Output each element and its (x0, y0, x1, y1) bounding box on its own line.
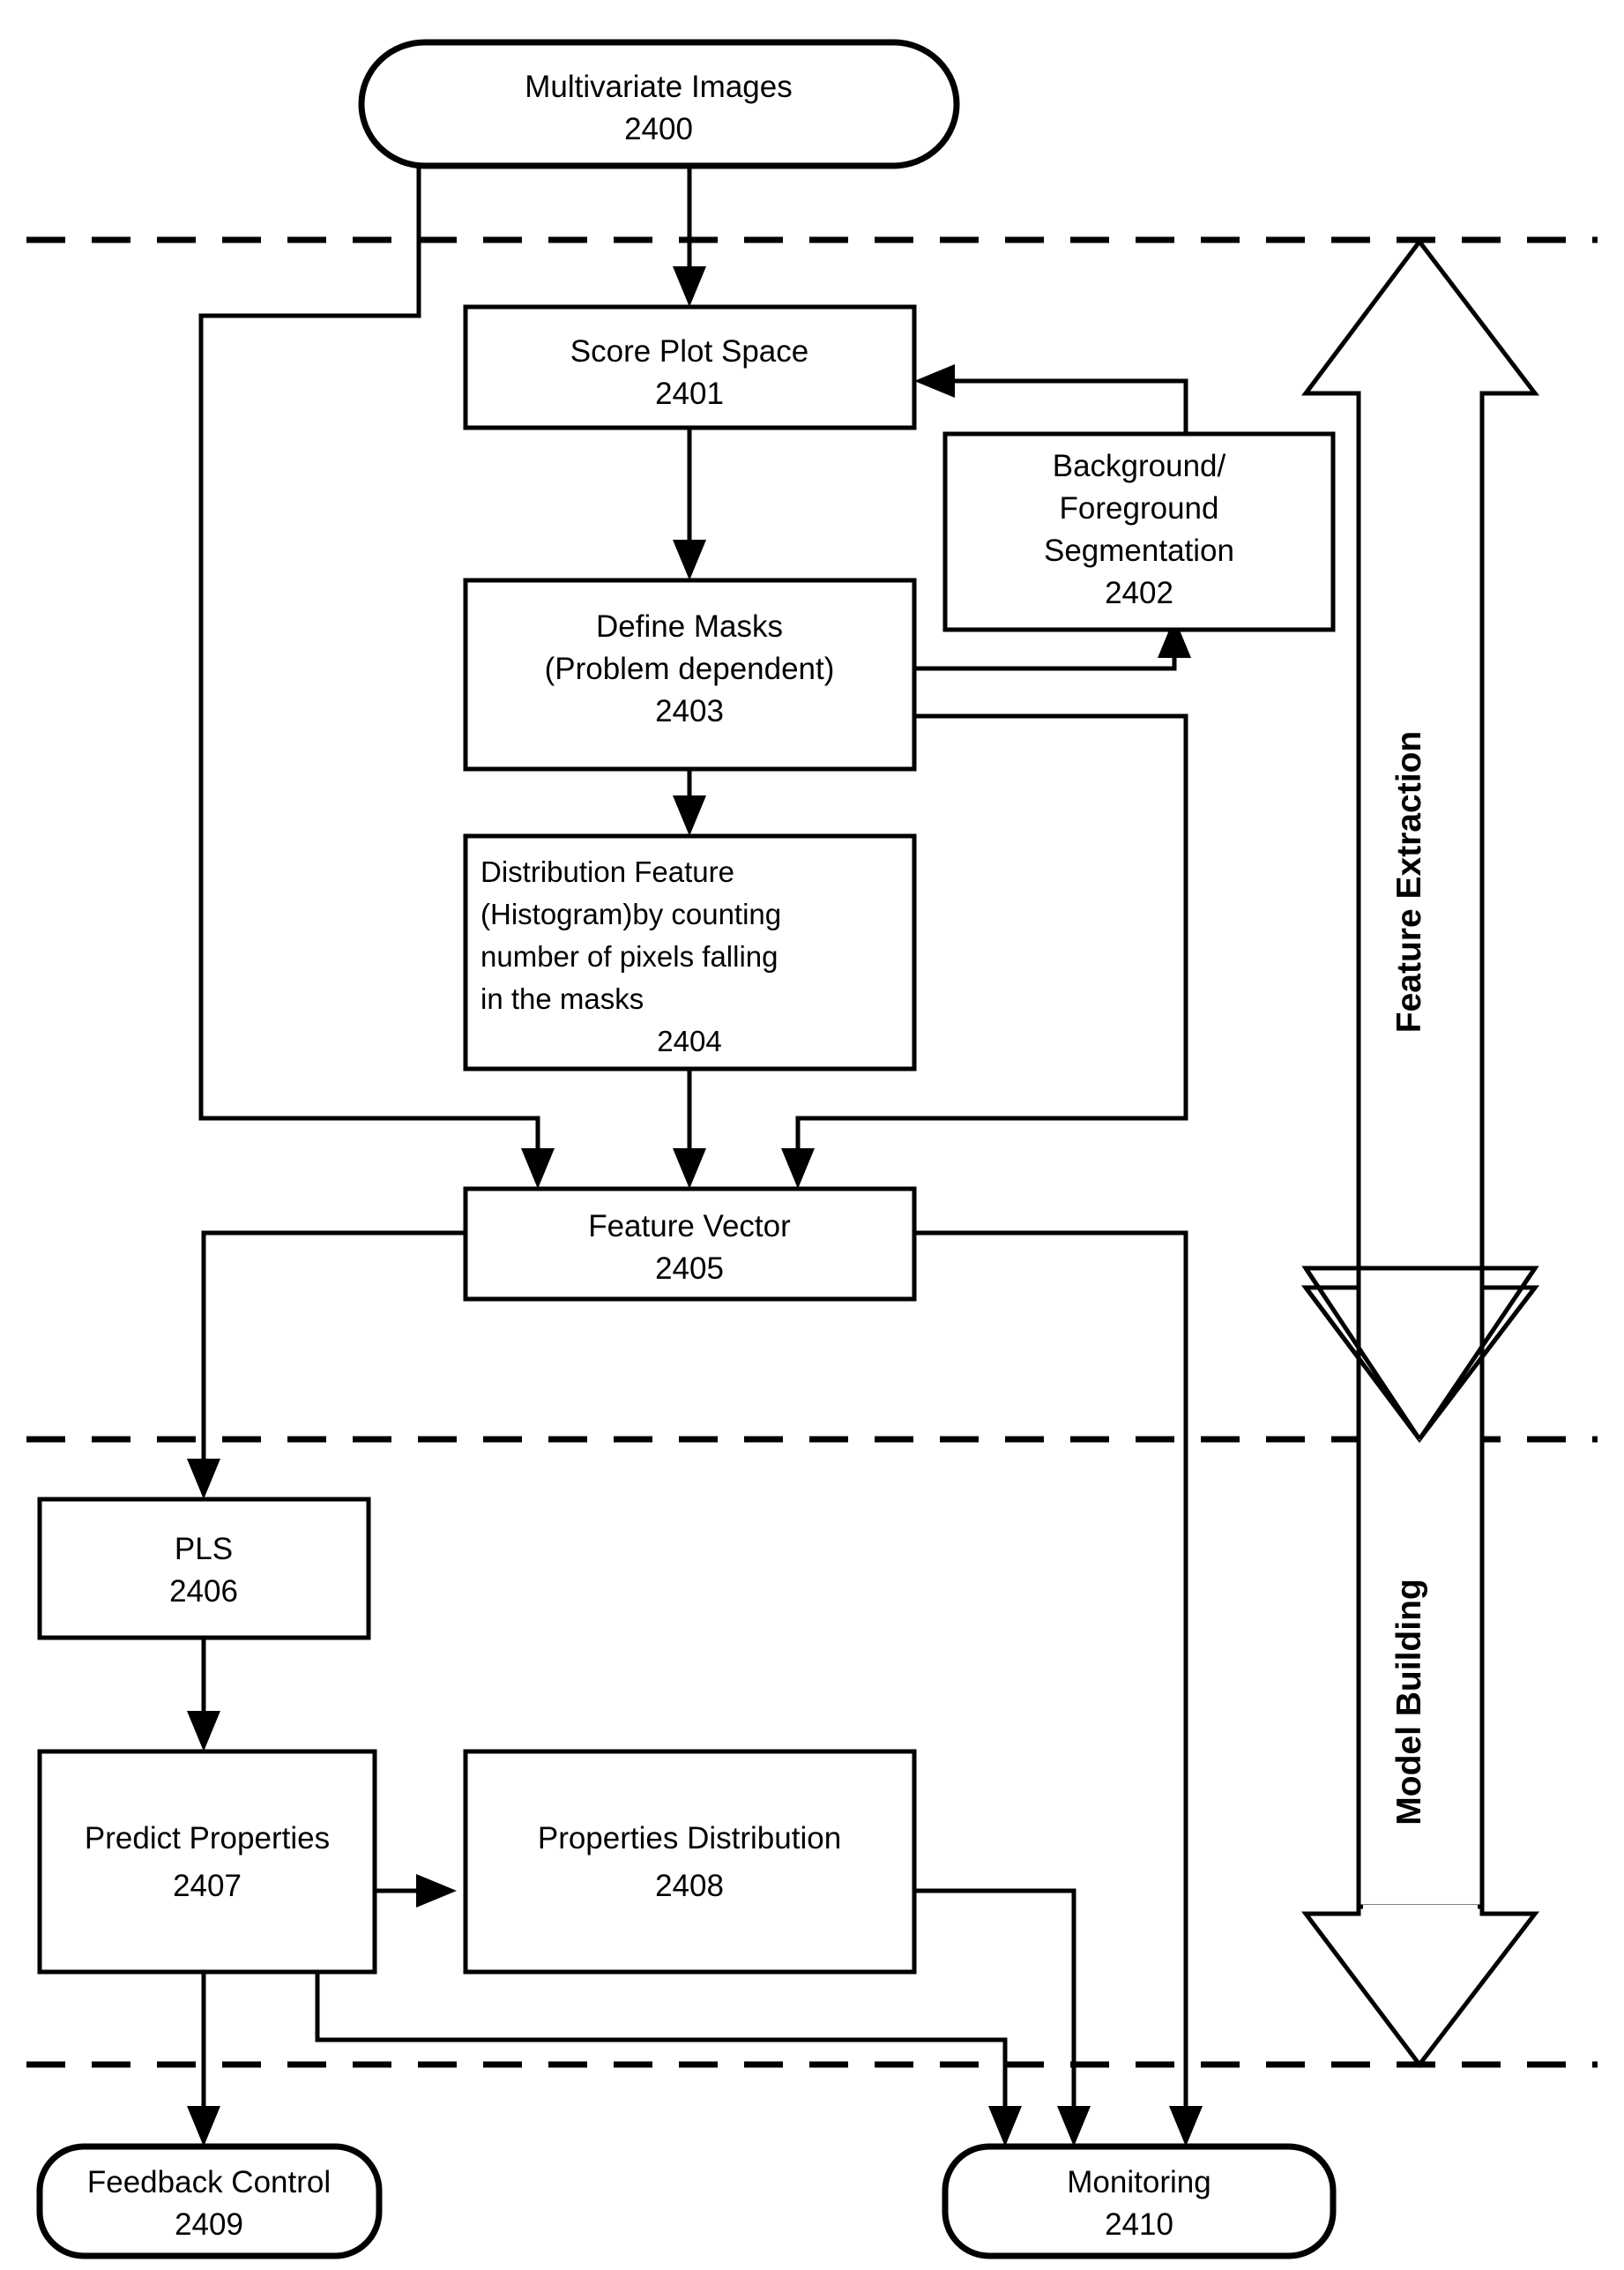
node-multivariate-images-shape (358, 39, 960, 169)
band-arrow-crossing-mask-bottom (1363, 1905, 1478, 1919)
node-monitoring-label: Monitoring (1067, 2165, 1211, 2199)
node-score-plot-space-label: Score Plot Space (570, 334, 808, 369)
node-multivariate-images-ref: 2400 (624, 112, 693, 146)
node-define-masks[interactable]: Define Masks (Problem dependent) 2403 (463, 578, 917, 772)
band-label-feature-extraction: Feature Extraction (1390, 731, 1428, 1033)
node-predict-properties-shape (37, 1749, 377, 1975)
arrowhead-predict-to-properties-distribution (416, 1874, 457, 1908)
node-score-plot-space[interactable]: Score Plot Space 2401 (463, 304, 917, 430)
node-distribution-feature-ref: 2404 (657, 1025, 721, 1057)
flowchart-svg: Multivariate Images 2400 Score Plot Spac… (26, 39, 1598, 2259)
connector-predict-to-monitoring (315, 1972, 1008, 2122)
band-arrow-crossing-mask-top (1363, 1273, 1478, 1440)
node-feature-vector[interactable]: Feature Vector 2405 (463, 1186, 917, 1302)
arrowhead-predict-to-monitoring (988, 2106, 1022, 2147)
node-bg-fg-segmentation-line2: Foreground (1060, 491, 1219, 526)
arrowhead-properties-distribution-to-monitoring (1057, 2106, 1091, 2147)
arrowhead-pls-to-predict-properties (187, 1711, 220, 1751)
node-feedback-control-ref: 2409 (175, 2207, 243, 2242)
connector-segmentation-to-score-plot (939, 378, 1188, 434)
arrowhead-define-masks-to-distribution (673, 795, 706, 836)
node-pls-shape (37, 1497, 371, 1640)
node-score-plot-space-ref: 2401 (655, 377, 724, 411)
node-predict-properties-label: Predict Properties (85, 1821, 330, 1856)
connector-feature-vector-to-monitoring (914, 1230, 1188, 2122)
node-properties-distribution[interactable]: Properties Distribution 2408 (463, 1749, 917, 1975)
connector-properties-distribution-to-monitoring (914, 1888, 1076, 2122)
node-define-masks-line2: (Problem dependent) (545, 652, 835, 686)
node-properties-distribution-ref: 2408 (655, 1869, 724, 1903)
node-distribution-feature-line4: in the masks (480, 982, 644, 1015)
arrowhead-feature-vector-to-monitoring (1169, 2106, 1203, 2147)
arrowhead-feature-vector-to-pls (187, 1459, 220, 1499)
node-feedback-control[interactable]: Feedback Control 2409 (36, 2143, 383, 2259)
arrowhead-segmentation-to-score-plot (914, 364, 955, 398)
node-multivariate-images[interactable]: Multivariate Images 2400 (358, 39, 960, 169)
node-feedback-control-label: Feedback Control (87, 2165, 331, 2199)
node-distribution-feature[interactable]: Distribution Feature (Histogram)by count… (463, 833, 917, 1072)
node-define-masks-ref: 2403 (655, 694, 724, 728)
arrowhead-define-masks-to-feature-vector (781, 1148, 815, 1189)
node-feature-vector-ref: 2405 (655, 1251, 724, 1286)
node-multivariate-images-label: Multivariate Images (525, 70, 792, 104)
node-pls-ref: 2406 (169, 1574, 238, 1609)
node-distribution-feature-line1: Distribution Feature (480, 855, 734, 888)
node-monitoring-ref: 2410 (1105, 2207, 1173, 2242)
node-pls-label: PLS (175, 1532, 233, 1566)
node-distribution-feature-line2: (Histogram)by counting (480, 898, 781, 930)
node-bg-fg-segmentation-line3: Segmentation (1044, 534, 1234, 568)
node-feature-vector-label: Feature Vector (588, 1209, 791, 1243)
connector-define-masks-to-segmentation (914, 644, 1177, 671)
flowchart-canvas: Multivariate Images 2400 Score Plot Spac… (0, 0, 1624, 2270)
node-properties-distribution-label: Properties Distribution (538, 1821, 841, 1856)
arrowhead-predict-to-feedback-control (187, 2106, 220, 2147)
node-bg-fg-segmentation-line1: Background/ (1053, 449, 1226, 483)
node-pls[interactable]: PLS 2406 (37, 1497, 371, 1640)
model-building-band-arrow-head (1300, 1904, 1540, 2069)
node-predict-properties-ref: 2407 (173, 1869, 242, 1903)
node-distribution-feature-line3: number of pixels falling (480, 940, 778, 973)
band-label-model-building: Model Building (1390, 1579, 1428, 1825)
node-bg-fg-segmentation-ref: 2402 (1105, 576, 1173, 610)
node-predict-properties[interactable]: Predict Properties 2407 (37, 1749, 377, 1975)
arrowhead-distribution-to-feature-vector (673, 1148, 706, 1189)
arrowhead-images-to-score-plot (673, 266, 706, 307)
arrowhead-score-plot-to-define-masks (673, 540, 706, 580)
node-properties-distribution-shape (463, 1749, 917, 1975)
node-monitoring[interactable]: Monitoring 2410 (942, 2143, 1337, 2259)
node-define-masks-line1: Define Masks (596, 609, 783, 644)
node-bg-fg-segmentation[interactable]: Background/ Foreground Segmentation 2402 (942, 431, 1336, 632)
arrowhead-images-to-feature-vector (521, 1148, 555, 1189)
